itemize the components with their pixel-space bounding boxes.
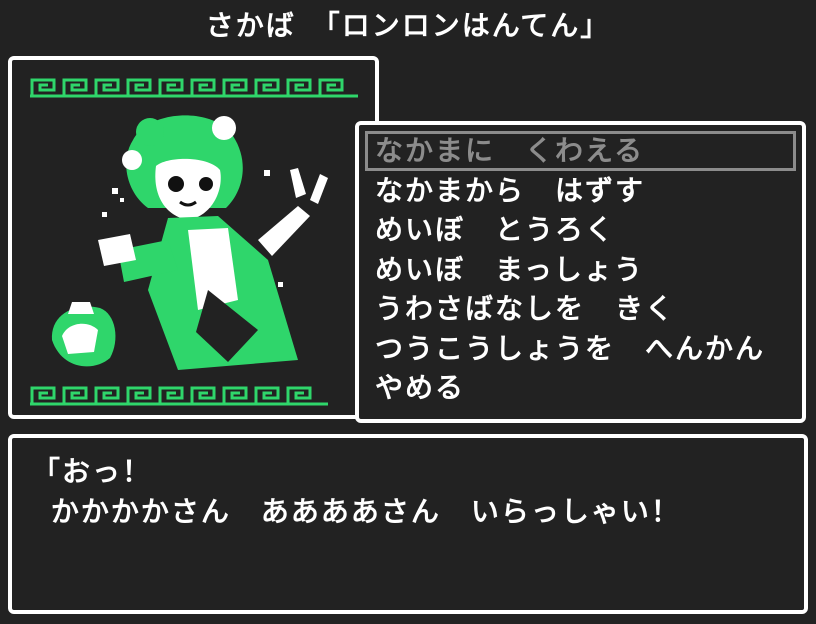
command-list: なかまに くわえる なかまから はずす めいぼ とうろく めいぼ まっしょう う…	[359, 125, 802, 408]
menu-item-register[interactable]: めいぼ とうろく	[359, 210, 802, 250]
dialog-line-1: 「おっ！	[32, 455, 153, 488]
menu-item-quit[interactable]: やめる	[359, 368, 802, 408]
command-menu: なかまに くわえる なかまから はずす めいぼ とうろく めいぼ まっしょう う…	[355, 121, 806, 423]
menu-item-exchange-pass[interactable]: つうこうしょうを へんかん	[359, 329, 802, 369]
location-title: さかば 「ロンロンはんてん」	[205, 9, 611, 42]
menu-item-add-party[interactable]: なかまに くわえる	[365, 131, 796, 171]
dialog-text: 「おっ！ かかかかさん ああああさん いらっしゃい！	[32, 452, 681, 532]
portrait-panel	[8, 56, 379, 419]
character-portrait-icon	[51, 115, 328, 370]
menu-item-delete-register[interactable]: めいぼ まっしょう	[359, 250, 802, 290]
dialog-line-2: かかかかさん ああああさん いらっしゃい！	[32, 495, 681, 528]
greek-key-border-bottom-icon	[30, 386, 328, 406]
menu-item-hear-rumors[interactable]: うわさばなしを きく	[359, 289, 802, 329]
menu-item-remove-party[interactable]: なかまから はずす	[359, 171, 802, 211]
dialog-box[interactable]: 「おっ！ かかかかさん ああああさん いらっしゃい！	[8, 434, 808, 614]
greek-key-border-top-icon	[30, 78, 358, 98]
